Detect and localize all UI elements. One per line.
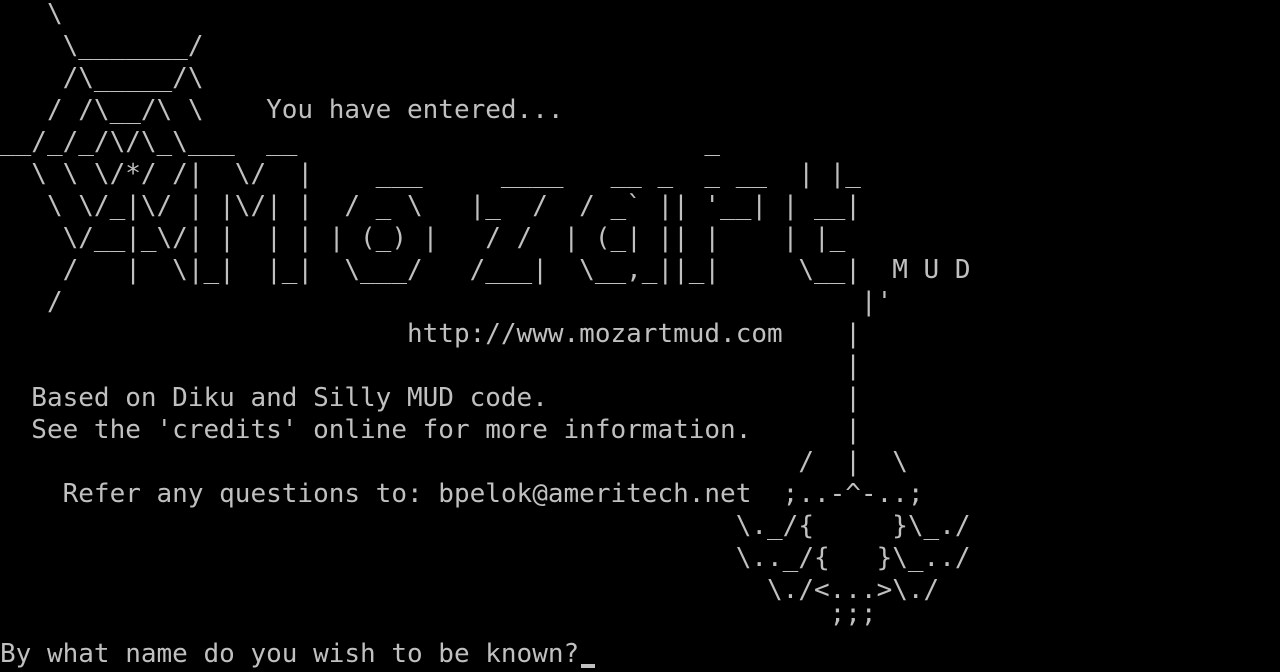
terminal-screen[interactable]: \ \_______/ /\_____/\ / /\__/\ \ You hav… xyxy=(0,0,1280,672)
website-line: http://www.mozartmud.com | xyxy=(0,319,861,349)
ascii-art-line: ;;; xyxy=(0,599,877,629)
ascii-art-line: | xyxy=(0,351,861,381)
ascii-art-line: / |' xyxy=(0,287,893,317)
ascii-art-line: / | \ xyxy=(0,447,908,477)
ascii-art-line: /\_____/\ xyxy=(0,63,204,93)
ascii-art-line: \/__|_\/| | | | | (_) | / / | (_| || | |… xyxy=(0,223,846,253)
ascii-art-line: \ xyxy=(0,0,63,29)
contact-line: Refer any questions to: bpelok@ameritech… xyxy=(0,479,924,509)
ascii-art-line: \.._/{ }\_../ xyxy=(0,543,971,573)
ascii-art-line: \_______/ xyxy=(0,31,204,61)
text-cursor xyxy=(581,664,596,668)
welcome-line: / /\__/\ \ You have entered... xyxy=(0,95,564,125)
login-prompt[interactable]: By what name do you wish to be known? xyxy=(0,638,596,670)
info-line: See the 'credits' online for more inform… xyxy=(0,415,861,445)
prompt-text: By what name do you wish to be known? xyxy=(0,639,580,669)
logo-line: / | \|_| |_| \___/ /___| \__,_||_| \__| … xyxy=(0,255,971,285)
ascii-art-line: __/_/_/\/\_\___ __ _ xyxy=(0,127,721,157)
info-line: Based on Diku and Silly MUD code. | xyxy=(0,383,861,413)
ascii-art-line: \ \ \/*/ /| \/ | ___ ____ __ _ _ __ | |_ xyxy=(0,159,861,189)
ascii-art-line: \._/{ }\_./ xyxy=(0,511,971,541)
ascii-art-line: \ \/_|\/ | |\/| | / _ \ |_ / / _` || '__… xyxy=(0,191,861,221)
